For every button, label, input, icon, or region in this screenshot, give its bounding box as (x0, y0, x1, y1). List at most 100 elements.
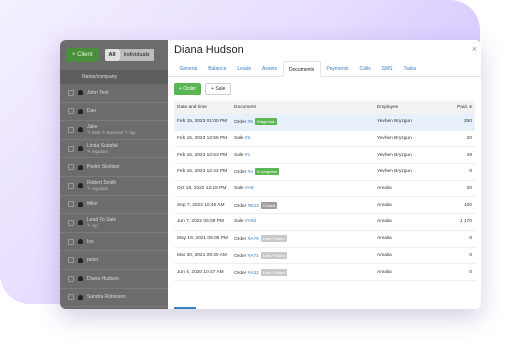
tab-leads[interactable]: Leads (232, 61, 257, 77)
person-icon (78, 257, 83, 263)
app-screenshot: + Client All Individuals Name/company Jo… (60, 40, 481, 309)
client-row[interactable]: Linda Sudafal ✎ regulars (60, 140, 168, 159)
document-link[interactable]: #2 (245, 136, 250, 141)
document-link[interactable]: #A79 (248, 237, 259, 242)
row-checkbox[interactable] (68, 89, 74, 96)
table-row[interactable]: Sep 7, 2022 10:46 AM Order #B23 Closed Amal… (174, 197, 475, 215)
client-row[interactable]: John Test (60, 84, 168, 103)
document-actions: + Order + Sale (174, 83, 232, 95)
new-client-button[interactable]: + Client (66, 48, 99, 62)
tab-general[interactable]: General (174, 61, 203, 77)
table-row[interactable]: May 19, 2021 06:05 PM Order #A79 Lost / Fa… (174, 231, 475, 248)
client-name[interactable]: Pedro Skoltser (87, 164, 120, 170)
table-row[interactable]: Jun 7, 2022 05:08 PM Sale #A93 Amalia 1 170 (174, 214, 475, 231)
filter-individuals[interactable]: Individuals (119, 49, 154, 61)
cell-document: Order #A71 Lost / Failed (234, 251, 377, 259)
row-checkbox[interactable] (68, 219, 74, 226)
client-text: Ivo (87, 239, 94, 245)
cell-date: Feb 15, 2023 12:53 PM (177, 152, 228, 158)
row-checkbox[interactable] (68, 275, 74, 282)
add-order-button[interactable]: + Order (174, 83, 202, 95)
tab-payments[interactable]: Payments (321, 61, 354, 77)
person-icon (78, 220, 83, 226)
add-sale-button[interactable]: + Sale (205, 83, 232, 95)
header-document[interactable]: Document (234, 105, 377, 110)
document-link[interactable]: #A93 (245, 219, 256, 224)
document-link[interactable]: #5 (248, 120, 253, 125)
tab-sms[interactable]: SMS (376, 61, 398, 77)
document-link[interactable]: #1 (245, 153, 250, 158)
document-link[interactable]: #4 (248, 170, 253, 175)
cell-date: Feb 15, 2023 01:00 PM (177, 119, 228, 125)
cell-date: Sep 7, 2022 10:46 AM (177, 202, 225, 208)
client-text: Pedro Skoltser (87, 164, 120, 170)
document-link[interactable]: #A8 (245, 186, 254, 191)
header-date[interactable]: Date and time (174, 105, 234, 110)
row-checkbox[interactable] (68, 294, 74, 301)
cell-paid: 20 (466, 136, 472, 142)
cell-document: Order #B23 Closed (234, 201, 377, 209)
table-row[interactable]: Oct 18, 2022 12:18 PM Sale #A8 Amalia 20 (174, 181, 475, 198)
client-name[interactable]: Diana Hudson (87, 276, 119, 282)
row-checkbox[interactable] (68, 164, 74, 171)
header-employee[interactable]: Employee (377, 105, 429, 110)
document-type: Sale (234, 136, 244, 142)
table-row[interactable]: Jun 4, 2020 10:47 AM Order #A32 Lost / Fai… (174, 264, 475, 281)
client-text: John Test (87, 90, 108, 96)
row-checkbox[interactable] (68, 182, 74, 189)
client-row[interactable]: Mike (60, 196, 168, 215)
documents-table: Date and time Document Employee Paid, € … (174, 101, 475, 281)
status-badge: Lost / Failed (260, 268, 287, 276)
client-row[interactable]: Jake ✎ best ✎ Botanist ✎ fap (60, 121, 168, 140)
row-checkbox[interactable] (68, 201, 74, 208)
header-paid[interactable]: Paid, € (429, 105, 475, 110)
scrollbar[interactable] (174, 307, 196, 309)
document-link[interactable]: #A32 (248, 270, 259, 275)
row-checkbox[interactable] (68, 126, 74, 133)
tab-tasks[interactable]: Tasks (398, 61, 422, 77)
table-row[interactable]: Mar 30, 2021 09:30 AM Order #A71 Lost / Fa… (174, 248, 475, 265)
client-tags: ✎ regulars (87, 185, 109, 191)
table-row[interactable]: Feb 15, 2023 12:56 PM Sale #2 Yevhen Bryzg… (174, 131, 475, 148)
client-text: Jake ✎ best ✎ Botanist ✎ fap (87, 124, 136, 136)
client-row[interactable]: peter (60, 251, 168, 270)
client-name[interactable]: peter (87, 257, 98, 263)
client-name[interactable]: Ivo (87, 239, 94, 245)
table-row[interactable]: Feb 15, 2023 12:53 PM Sale #1 Yevhen Bryzg… (174, 147, 475, 165)
row-checkbox[interactable] (68, 145, 74, 152)
client-text: Dan (87, 108, 96, 114)
client-name[interactable]: Dan (87, 108, 96, 114)
client-row[interactable]: Diana Hudson (60, 270, 168, 289)
filter-all[interactable]: All (104, 49, 120, 61)
client-text: Sandra Robinson (87, 294, 126, 300)
document-rows: Feb 15, 2023 01:00 PM Order #5 Diagnosis Ye… (174, 114, 475, 281)
client-row[interactable]: Ivo (60, 233, 168, 252)
tab-balance[interactable]: Balance (203, 61, 232, 77)
client-name[interactable]: Mike (87, 201, 98, 207)
close-icon[interactable]: × (472, 44, 477, 54)
table-row[interactable]: Feb 15, 2023 01:00 PM Order #5 Diagnosis Ye… (174, 114, 475, 131)
client-row[interactable]: Sandra Robinson (60, 289, 168, 308)
document-link[interactable]: #B23 (248, 204, 259, 209)
row-checkbox[interactable] (68, 257, 74, 264)
person-icon (78, 146, 83, 152)
client-tags: ✎ regulars (87, 148, 109, 154)
client-text: Diana Hudson (87, 276, 119, 282)
document-link[interactable]: #A71 (248, 254, 259, 259)
client-name[interactable]: Sandra Robinson (87, 294, 126, 300)
tab-assets[interactable]: Assets (257, 61, 283, 77)
table-row[interactable]: Feb 15, 2023 12:42 PM Order #4 In progress… (174, 164, 475, 181)
row-checkbox[interactable] (68, 238, 74, 245)
status-badge: Lost / Failed (260, 235, 287, 243)
client-row[interactable]: Robert Smith ✎ regulars (60, 177, 168, 196)
client-name[interactable]: John Test (87, 90, 108, 96)
tab-calls[interactable]: Calls (354, 61, 376, 77)
client-row[interactable]: Pedro Skoltser (60, 158, 168, 177)
tab-documents[interactable]: Documents (282, 61, 321, 77)
client-text: peter (87, 257, 98, 263)
client-row[interactable]: Lead To Sale ✎ vip (60, 214, 168, 233)
client-text: Robert Smith ✎ regulars (87, 180, 116, 192)
cell-paid: 0 (469, 252, 472, 258)
client-row[interactable]: Dan (60, 103, 168, 122)
row-checkbox[interactable] (68, 108, 74, 115)
